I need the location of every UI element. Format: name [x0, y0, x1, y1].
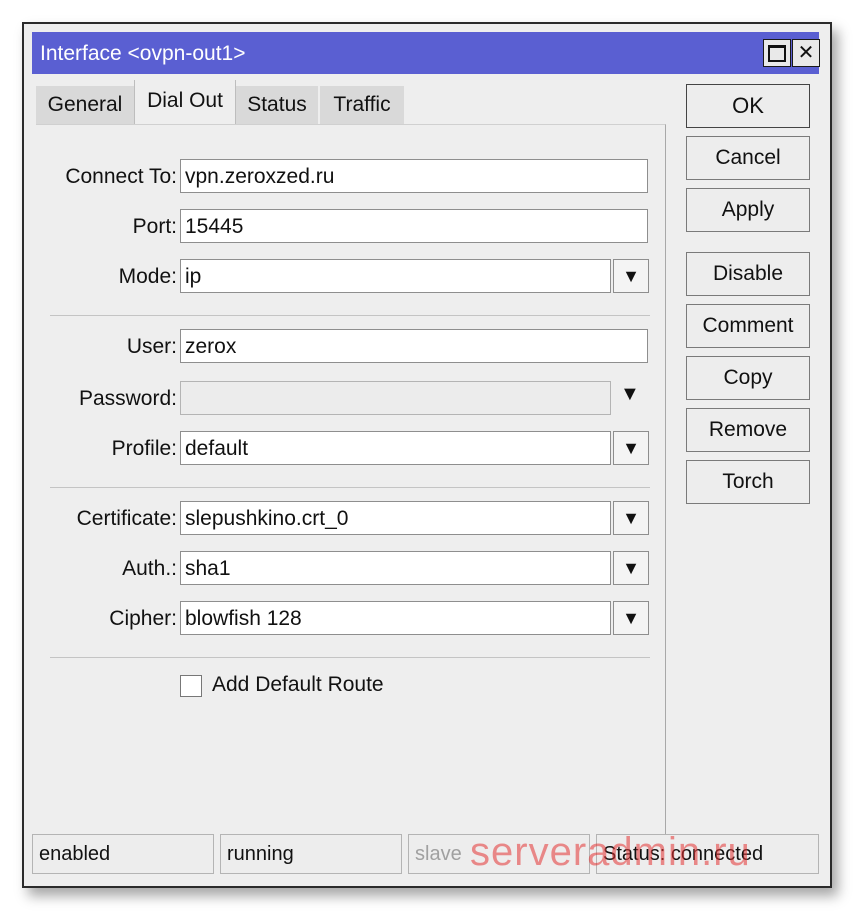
interface-window: Interface <ovpn-out1> ✕ General Dial Out… [22, 22, 832, 888]
status-running: running [220, 834, 402, 874]
tab-dial-out[interactable]: Dial Out [134, 80, 236, 126]
password-field[interactable] [180, 381, 611, 415]
mode-label: Mode: [118, 265, 177, 288]
profile-dropdown-icon[interactable]: ▼ [613, 431, 649, 465]
remove-button[interactable]: Remove [686, 408, 810, 452]
ok-button[interactable]: OK [686, 84, 810, 128]
tab-general[interactable]: General [36, 86, 134, 124]
password-label: Password: [78, 387, 177, 410]
connect-to-label: Connect To: [65, 165, 177, 188]
comment-button[interactable]: Comment [686, 304, 810, 348]
mode-field[interactable]: ip [180, 259, 611, 293]
window-title: Interface <ovpn-out1> [40, 42, 246, 65]
close-icon[interactable]: ✕ [792, 39, 820, 67]
cipher-row: Cipher: blowfish 128 ▼ [36, 601, 665, 637]
auth-dropdown-icon[interactable]: ▼ [613, 551, 649, 585]
tab-traffic[interactable]: Traffic [320, 86, 404, 124]
cipher-dropdown-icon[interactable]: ▼ [613, 601, 649, 635]
add-default-route-label: Add Default Route [212, 673, 384, 696]
port-field[interactable]: 15445 [180, 209, 648, 243]
status-enabled: enabled [32, 834, 214, 874]
divider [50, 657, 650, 658]
user-field[interactable]: zerox [180, 329, 648, 363]
mode-dropdown-icon[interactable]: ▼ [613, 259, 649, 293]
port-label: Port: [132, 215, 177, 238]
password-row: Password: ▼ [36, 381, 665, 417]
connect-to-field[interactable]: vpn.zeroxzed.ru [180, 159, 648, 193]
divider [50, 487, 650, 488]
title-bar[interactable]: Interface <ovpn-out1> ✕ [32, 32, 820, 74]
add-default-route-checkbox[interactable] [180, 675, 202, 697]
cancel-button[interactable]: Cancel [686, 136, 810, 180]
disable-button[interactable]: Disable [686, 252, 810, 296]
profile-field[interactable]: default [180, 431, 611, 465]
watermark-logo: serveradmin.ru [470, 830, 751, 874]
certificate-label: Certificate: [76, 507, 177, 530]
certificate-dropdown-icon[interactable]: ▼ [613, 501, 649, 535]
tab-status[interactable]: Status [236, 86, 318, 124]
auth-field[interactable]: sha1 [180, 551, 611, 585]
auth-label: Auth.: [122, 557, 177, 580]
profile-row: Profile: default ▼ [36, 431, 665, 467]
password-dropdown-icon[interactable]: ▼ [620, 383, 640, 406]
cipher-field[interactable]: blowfish 128 [180, 601, 611, 635]
copy-button[interactable]: Copy [686, 356, 810, 400]
user-label: User: [126, 335, 177, 358]
dial-out-panel: Connect To: vpn.zeroxzed.ru Port: 15445 … [36, 124, 666, 835]
connect-to-row: Connect To: vpn.zeroxzed.ru [36, 159, 665, 195]
certificate-field[interactable]: slepushkino.crt_0 [180, 501, 611, 535]
torch-button[interactable]: Torch [686, 460, 810, 504]
profile-label: Profile: [111, 437, 177, 460]
certificate-row: Certificate: slepushkino.crt_0 ▼ [36, 501, 665, 537]
maximize-icon[interactable] [763, 39, 791, 67]
apply-button[interactable]: Apply [686, 188, 810, 232]
divider [50, 315, 650, 316]
cipher-label: Cipher: [109, 607, 177, 630]
user-row: User: zerox [36, 329, 665, 365]
auth-row: Auth.: sha1 ▼ [36, 551, 665, 587]
port-row: Port: 15445 [36, 209, 665, 245]
mode-row: Mode: ip ▼ [36, 259, 665, 295]
